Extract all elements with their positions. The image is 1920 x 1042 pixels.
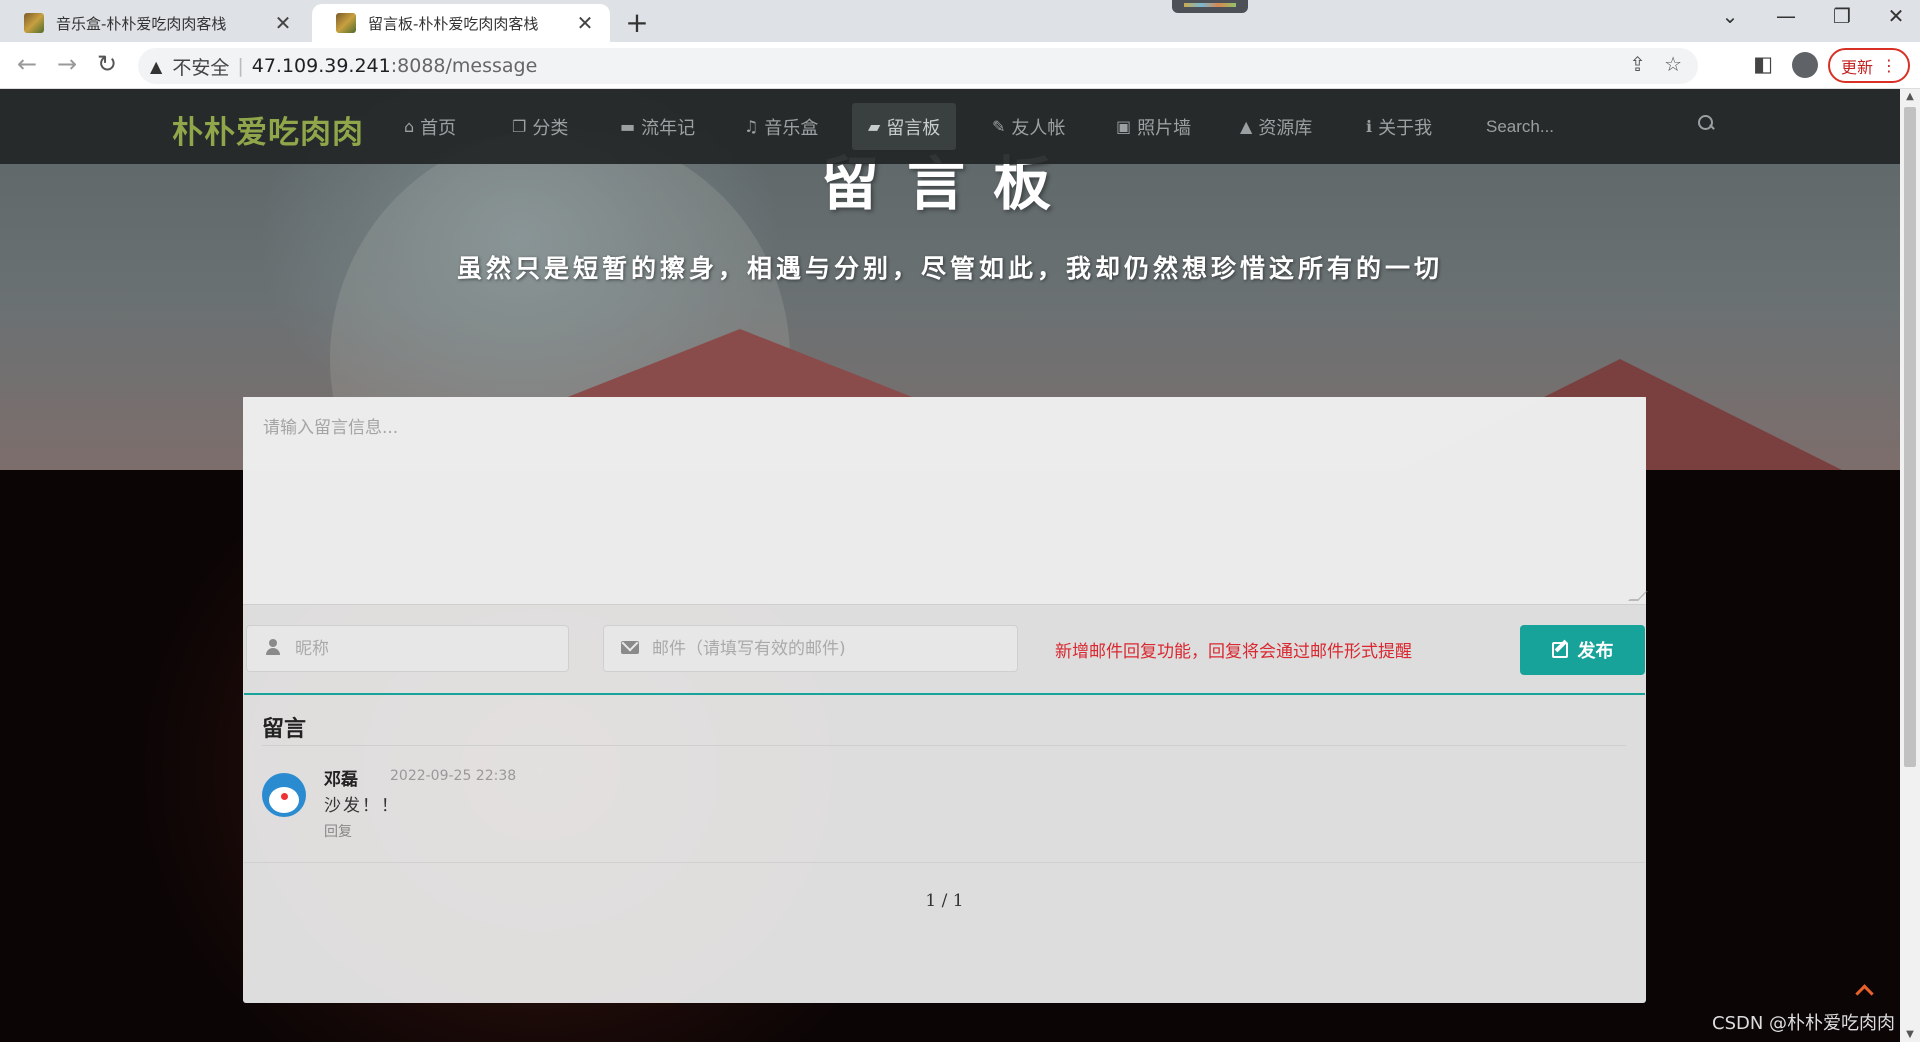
nav-label: 照片墙 [1137, 117, 1192, 139]
pencil-icon: ✎ [992, 117, 1006, 136]
nickname-field [246, 625, 569, 672]
divider [262, 745, 1626, 746]
site-favicon-icon [336, 13, 356, 33]
nav-label: 音乐盒 [764, 117, 819, 139]
message-panel: 新增邮件回复功能，回复将会通过邮件形式提醒 发布 留言 邓磊 2022-09-2… [243, 397, 1648, 1003]
site-favicon-icon [24, 13, 44, 33]
home-icon: ⌂ [404, 117, 415, 136]
nav-item-music[interactable]: ♫ 音乐盒 [728, 103, 834, 150]
side-panel-icon[interactable]: ◧ [1748, 52, 1778, 76]
user-icon-wrap [263, 638, 283, 659]
url-host: 47.109.39.241 [251, 55, 391, 77]
security-label[interactable]: 不安全 [172, 53, 229, 80]
scrollbar-thumb[interactable] [1904, 107, 1916, 767]
forward-button[interactable]: → [52, 50, 82, 78]
email-field [603, 625, 1018, 672]
nav-item-category[interactable]: ❐ 分类 [496, 103, 584, 150]
update-label: 更新 [1840, 57, 1873, 77]
list-item: 邓磊 2022-09-25 22:38 沙发！！ 回复 [262, 765, 1622, 855]
nav-item-archive[interactable]: ▬ 流年记 [604, 103, 711, 150]
divider: | [237, 55, 244, 77]
media-indicator[interactable] [1172, 0, 1248, 13]
tab-music-box[interactable]: 音乐盒-朴朴爱吃肉肉客栈 ✕ [0, 4, 308, 42]
hero-subtitle: 虽然只是短暂的擦身，相遇与分别，尽管如此，我却仍然想珍惜这所有的一切 [456, 254, 1443, 283]
tab-search-chevron-icon[interactable]: ⌄ [1710, 4, 1750, 28]
minimize-button[interactable]: — [1766, 4, 1806, 28]
tab-close-icon[interactable]: ✕ [574, 11, 596, 35]
envelope-icon-wrap [620, 639, 640, 658]
url-path: :8088/message [390, 55, 538, 77]
tab-message-board[interactable]: 留言板-朴朴爱吃肉肉客栈 ✕ [312, 4, 610, 42]
kebab-menu-icon: ⋮ [1881, 56, 1897, 75]
omnibox-actions: ⇪ ☆ [1629, 52, 1682, 76]
email-input[interactable] [652, 638, 1017, 659]
share-icon[interactable]: ⇪ [1629, 52, 1646, 76]
nav-label: 分类 [532, 117, 569, 139]
new-tab-button[interactable]: + [622, 6, 652, 39]
comment-timestamp: 2022-09-25 22:38 [390, 768, 517, 784]
nav-item-about[interactable]: ℹ 关于我 [1350, 103, 1448, 150]
comment-author: 邓磊 [324, 770, 358, 790]
back-to-top-chevron-icon[interactable] [1853, 981, 1875, 1003]
book-icon: ▰ [868, 117, 881, 136]
tab-title: 留言板-朴朴爱吃肉肉客栈 [368, 14, 539, 33]
site-navbar: 朴朴爱吃肉肉 ⌂ 首页 ❐ 分类 ▬ 流年记 ♫ 音乐盒 ▰ 留言板 ✎ 友人帐… [0, 89, 1900, 164]
nav-label: 关于我 [1378, 117, 1433, 139]
nav-label: 留言板 [886, 117, 941, 139]
message-textarea[interactable] [243, 397, 1646, 605]
email-notice: 新增邮件回复功能，回复将会通过邮件形式提醒 [1055, 642, 1412, 662]
reply-link[interactable]: 回复 [324, 821, 352, 841]
archive-icon: ▬ [620, 117, 636, 136]
nav-item-message-board[interactable]: ▰ 留言板 [852, 103, 957, 150]
nav-label: 流年记 [641, 117, 696, 139]
back-button[interactable]: ← [12, 50, 42, 78]
nav-label: 首页 [420, 117, 457, 139]
nav-item-photo-wall[interactable]: ▣ 照片墙 [1100, 103, 1207, 150]
address-bar[interactable]: ▲ 不安全 | 47.109.39.241:8088/message ⇪ ☆ [138, 48, 1698, 84]
site-search [1486, 111, 1716, 143]
scroll-down-arrow-icon[interactable]: ▼ [1900, 1029, 1920, 1040]
image-icon: ▣ [1116, 117, 1132, 136]
info-icon: ℹ [1366, 117, 1373, 136]
window-close-button[interactable]: ✕ [1876, 4, 1916, 28]
nav-item-home[interactable]: ⌂ 首页 [388, 103, 472, 150]
nickname-input[interactable] [295, 638, 568, 659]
update-button[interactable]: 更新 ⋮ [1828, 48, 1910, 83]
envelope-icon [621, 641, 639, 654]
comment-list-heading: 留言 [262, 717, 307, 742]
page-viewport: 留言板 虽然只是短暂的擦身，相遇与分别，尽管如此，我却仍然想珍惜这所有的一切 朴… [0, 89, 1900, 1042]
copy-icon: ❐ [512, 117, 527, 136]
tab-close-icon[interactable]: ✕ [272, 11, 294, 35]
site-brand[interactable]: 朴朴爱吃肉肉 [172, 107, 364, 152]
nav-label: 友人帐 [1011, 117, 1066, 139]
nav-label: 资源库 [1258, 117, 1313, 139]
restore-button[interactable]: ❐ [1822, 4, 1862, 28]
reload-button[interactable]: ↻ [92, 50, 122, 78]
page-scrollbar[interactable]: ▲ ▼ [1900, 89, 1920, 1042]
user-icon [266, 638, 280, 655]
publish-button[interactable]: 发布 [1520, 625, 1645, 675]
graduation-cap-icon: ▲ [1240, 117, 1253, 136]
profile-avatar[interactable] [1792, 52, 1818, 78]
csdn-watermark: CSDN @朴朴爱吃肉肉 [1712, 1013, 1896, 1034]
pagination: 1 / 1 [925, 891, 964, 911]
comment-list: 留言 邓磊 2022-09-25 22:38 沙发！！ 回复 [244, 693, 1645, 863]
search-icon[interactable] [1698, 115, 1716, 133]
browser-toolbar: ← → ↻ ▲ 不安全 | 47.109.39.241:8088/message… [0, 42, 1920, 89]
browser-tab-strip: 音乐盒-朴朴爱吃肉肉客栈 ✕ 留言板-朴朴爱吃肉肉客栈 ✕ + ⌄ — ❐ ✕ [0, 0, 1920, 42]
search-input[interactable] [1486, 117, 1686, 137]
edit-icon [1551, 642, 1568, 658]
warning-triangle-icon[interactable]: ▲ [150, 57, 162, 76]
tab-title: 音乐盒-朴朴爱吃肉肉客栈 [56, 14, 227, 33]
scroll-up-arrow-icon[interactable]: ▲ [1900, 91, 1920, 102]
nav-item-friends[interactable]: ✎ 友人帐 [976, 103, 1081, 150]
music-icon: ♫ [744, 117, 759, 136]
star-icon[interactable]: ☆ [1664, 52, 1682, 76]
nav-item-resources[interactable]: ▲ 资源库 [1224, 103, 1328, 150]
comment-text: 沙发！！ [324, 796, 400, 816]
publish-label: 发布 [1577, 641, 1614, 662]
avatar [262, 773, 306, 817]
